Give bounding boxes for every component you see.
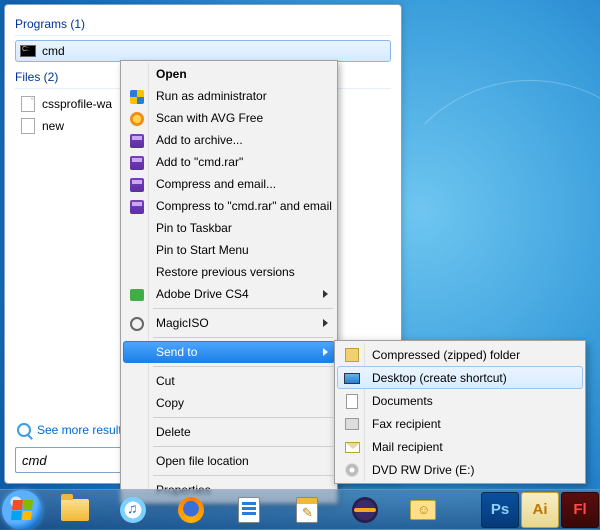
submenu-arrow-icon <box>323 319 328 327</box>
sendto-label: Compressed (zipped) folder <box>372 348 520 362</box>
context-menu-item[interactable]: Pin to Taskbar <box>123 217 335 239</box>
sendto-item[interactable]: Mail recipient <box>337 435 583 458</box>
taskbar-itunes[interactable] <box>105 492 161 528</box>
sendto-label: DVD RW Drive (E:) <box>372 463 474 477</box>
taskbar-adobe-ai[interactable]: Ai <box>521 492 559 528</box>
rar-icon <box>129 199 145 215</box>
context-menu-label: Pin to Start Menu <box>156 243 249 257</box>
firefox-icon <box>178 497 204 523</box>
text-file-icon <box>20 118 36 134</box>
windows-logo-icon <box>11 500 33 520</box>
context-menu-label: Adobe Drive CS4 <box>156 287 249 301</box>
doc-icon <box>344 393 360 409</box>
context-menu-label: Add to "cmd.rar" <box>156 155 243 169</box>
context-menu-item[interactable]: Compress to "cmd.rar" and email <box>123 195 335 217</box>
sendto-label: Desktop (create shortcut) <box>372 371 507 385</box>
context-menu-item[interactable]: Copy <box>123 392 335 414</box>
taskbar: PsAiFl <box>0 489 600 529</box>
taskbar-firefox[interactable] <box>163 492 219 528</box>
submenu-arrow-icon <box>323 348 328 356</box>
context-menu-item[interactable]: Cut <box>123 370 335 392</box>
context-menu-label: Delete <box>156 425 191 439</box>
context-menu-item[interactable]: Open <box>123 63 335 85</box>
context-menu-item[interactable]: Scan with AVG Free <box>123 107 335 129</box>
context-menu-label: Copy <box>156 396 184 410</box>
screenpresso-icon <box>238 497 260 523</box>
context-menu-item[interactable]: Add to archive... <box>123 129 335 151</box>
context-menu-label: Compress to "cmd.rar" and email <box>156 199 332 213</box>
desktop-icon <box>344 370 360 386</box>
programs-header: Programs (1) <box>15 17 391 31</box>
context-menu-label: Send to <box>156 345 197 359</box>
cmd-icon <box>20 43 36 59</box>
context-menu-label: Run as administrator <box>156 89 267 103</box>
context-menu-item[interactable]: MagicISO <box>123 312 335 334</box>
file-result-label: cssprofile-wa <box>42 97 112 111</box>
magiciso-icon <box>129 316 145 332</box>
context-menu: Open Run as administrator Scan with AVG Fr… <box>120 60 338 504</box>
rar-icon <box>129 133 145 149</box>
sendto-label: Fax recipient <box>372 417 441 431</box>
fax-icon <box>344 416 360 432</box>
sendto-label: Documents <box>372 394 433 408</box>
taskbar-notepad[interactable] <box>279 492 335 528</box>
dvd-icon <box>344 462 360 478</box>
taskbar-adobe-fl[interactable]: Fl <box>561 492 599 528</box>
sendto-submenu: Compressed (zipped) folder Desktop (creat… <box>334 340 586 484</box>
sendto-item[interactable]: Fax recipient <box>337 412 583 435</box>
context-menu-label: Pin to Taskbar <box>156 221 232 235</box>
context-menu-item[interactable]: Adobe Drive CS4 <box>123 283 335 305</box>
itunes-icon <box>120 497 146 523</box>
sendto-item[interactable]: Compressed (zipped) folder <box>337 343 583 366</box>
taskbar-explorer[interactable] <box>47 492 103 528</box>
sendto-item[interactable]: DVD RW Drive (E:) <box>337 458 583 481</box>
explorer-icon <box>61 499 89 521</box>
sendto-label: Mail recipient <box>372 440 443 454</box>
rar-icon <box>129 177 145 193</box>
context-menu-item[interactable]: Open file location <box>123 450 335 472</box>
context-menu-label: Add to archive... <box>156 133 243 147</box>
avg-icon <box>129 111 145 127</box>
rar-icon <box>129 155 145 171</box>
shield-icon <box>129 89 145 105</box>
taskbar-adobe-ps[interactable]: Ps <box>481 492 519 528</box>
context-menu-item[interactable]: Delete <box>123 421 335 443</box>
drive-icon <box>129 287 145 303</box>
search-icon <box>17 423 31 437</box>
see-more-results-link[interactable]: See more results <box>17 423 128 437</box>
context-menu-item[interactable]: Compress and email... <box>123 173 335 195</box>
submenu-arrow-icon <box>323 290 328 298</box>
see-more-label: See more results <box>37 423 128 437</box>
context-menu-item[interactable]: Run as administrator <box>123 85 335 107</box>
context-menu-label: MagicISO <box>156 316 209 330</box>
eclipse-icon <box>352 497 378 523</box>
file-icon <box>20 96 36 112</box>
context-menu-label: Restore previous versions <box>156 265 295 279</box>
mail-icon <box>344 439 360 455</box>
sendto-item[interactable]: Desktop (create shortcut) <box>337 366 583 389</box>
context-menu-item[interactable]: Add to "cmd.rar" <box>123 151 335 173</box>
context-menu-label: Compress and email... <box>156 177 276 191</box>
cyberduck-icon <box>410 500 436 520</box>
taskbar-cyberduck[interactable] <box>395 492 451 528</box>
context-menu-item[interactable]: Pin to Start Menu <box>123 239 335 261</box>
start-button[interactable] <box>2 490 42 530</box>
zip-icon <box>344 347 360 363</box>
file-result-label: new <box>42 119 64 133</box>
context-menu-item[interactable]: Restore previous versions <box>123 261 335 283</box>
context-menu-label: Cut <box>156 374 175 388</box>
context-menu-label: Open <box>156 67 187 81</box>
taskbar-screenpresso[interactable] <box>221 492 277 528</box>
sendto-item[interactable]: Documents <box>337 389 583 412</box>
program-result-cmd[interactable]: cmd <box>15 40 391 62</box>
taskbar-eclipse[interactable] <box>337 492 393 528</box>
context-menu-label: Scan with AVG Free <box>156 111 263 125</box>
context-menu-item[interactable]: Send to <box>123 341 335 363</box>
context-menu-label: Open file location <box>156 454 249 468</box>
program-result-label: cmd <box>42 44 65 58</box>
notepad-icon <box>296 497 318 523</box>
